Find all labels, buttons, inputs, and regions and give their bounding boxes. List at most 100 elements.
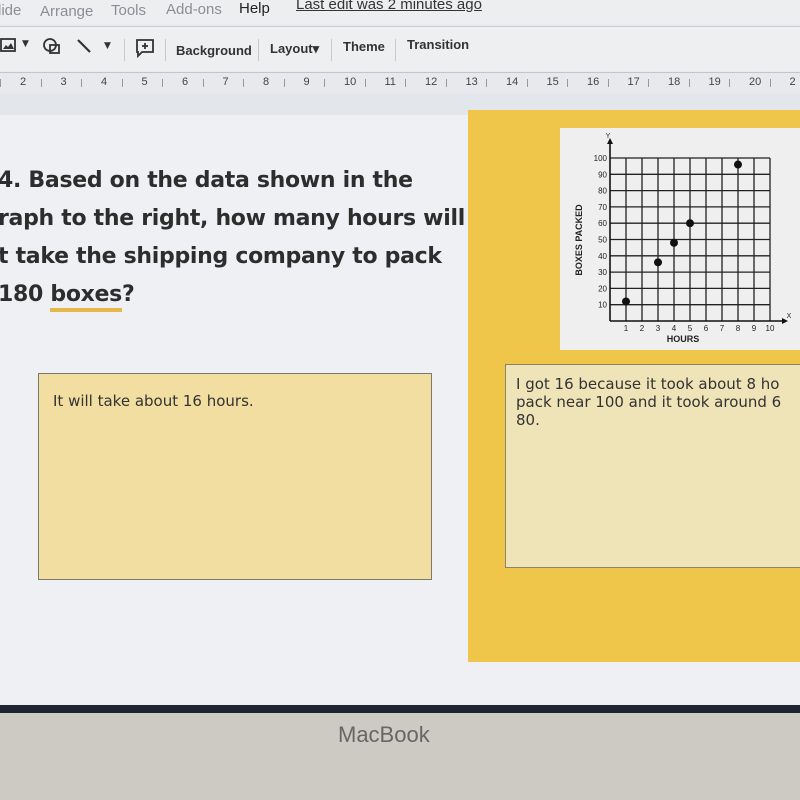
data-point xyxy=(622,297,630,306)
ruler-number: 13 xyxy=(465,76,478,88)
ruler-number: 7 xyxy=(222,76,229,88)
ruler-tick xyxy=(0,79,1,87)
y-tick-label: 50 xyxy=(598,236,607,245)
x-tick-label: 2 xyxy=(640,324,645,333)
ruler-number: 18 xyxy=(668,76,681,88)
question-line: t take the shipping company to pack xyxy=(0,244,442,269)
ruler-number: 3 xyxy=(60,76,67,88)
y-tick-label: 100 xyxy=(594,154,608,163)
layout-button[interactable]: Layout▾ xyxy=(270,41,319,57)
answer-textbox[interactable]: It will take about 16 hours. xyxy=(38,373,432,580)
ruler-number: 15 xyxy=(546,76,559,88)
ruler-tick xyxy=(121,79,123,87)
ruler-tick xyxy=(486,79,487,87)
last-edit-link[interactable]: Last edit was 2 minutes ago xyxy=(296,0,482,13)
menu-arrange[interactable]: Arrange xyxy=(40,3,93,20)
toolbar-divider xyxy=(395,39,396,61)
x-tick-label: 8 xyxy=(736,324,741,333)
horizontal-ruler[interactable]: 2 3 4 5 6 7 8 9 10 11 12 13 14 15 16 17 18 19 20 2 xyxy=(0,72,800,94)
ruler-number: 4 xyxy=(101,76,108,88)
toolbar-divider xyxy=(258,39,259,61)
ruler-number: 2 xyxy=(20,76,27,88)
x-axis-letter: X xyxy=(787,313,792,320)
ruler-tick xyxy=(202,79,204,87)
menu-help[interactable]: Help xyxy=(239,0,270,17)
explanation-textbox[interactable]: I got 16 because it took about 8 ho pack… xyxy=(505,364,800,568)
ruler-number: 16 xyxy=(587,76,600,88)
data-point xyxy=(654,258,662,267)
theme-button[interactable]: Theme xyxy=(343,39,385,54)
ruler-number: 14 xyxy=(506,76,519,88)
ruler-tick xyxy=(769,79,771,87)
y-tick-label: 90 xyxy=(598,170,607,179)
y-tick-label: 60 xyxy=(598,219,607,228)
x-tick-label: 1 xyxy=(624,324,629,333)
x-tick-label: 4 xyxy=(672,324,677,333)
toolbar-divider xyxy=(331,39,332,61)
ruler-number: 2 xyxy=(789,76,796,88)
ruler-tick xyxy=(445,79,447,87)
ruler-tick xyxy=(526,79,528,87)
ruler-number: 9 xyxy=(303,76,310,88)
ruler-number: 6 xyxy=(182,76,189,88)
image-icon[interactable] xyxy=(0,37,16,57)
x-axis-label: HOURS xyxy=(667,334,700,344)
shape-icon[interactable] xyxy=(42,37,62,59)
ruler-tick xyxy=(688,79,690,87)
y-tick-label: 70 xyxy=(598,203,607,212)
ruler-tick xyxy=(364,79,366,87)
graph-card: 1 2 3 4 5 6 7 8 9 10 10 20 30 40 50 60 70 80 90 100 BOXES P… xyxy=(560,128,800,350)
menu-tools[interactable]: Tools xyxy=(111,2,146,19)
ruler-number: 19 xyxy=(708,76,721,88)
ruler-tick xyxy=(607,79,609,87)
ruler-number: 20 xyxy=(749,76,762,88)
x-tick-label: 6 xyxy=(704,324,709,333)
ruler-tick xyxy=(283,79,285,87)
question-text: 4. Based on the data shown in the raph t… xyxy=(0,162,468,314)
y-tick-label: 80 xyxy=(598,187,607,196)
menu-bar: lide Arrange Tools Add-ons Help Last edi… xyxy=(0,0,800,24)
answer-text: It will take about 16 hours. xyxy=(53,392,254,410)
transition-button[interactable]: Transition xyxy=(407,37,469,52)
background-button[interactable]: Background xyxy=(176,43,252,58)
y-tick-label: 40 xyxy=(598,252,607,261)
ruler-number: 12 xyxy=(425,76,438,88)
toolbar-divider xyxy=(165,39,166,61)
highlight-underline xyxy=(50,308,122,312)
line-icon[interactable] xyxy=(75,37,93,59)
x-tick-label: 10 xyxy=(766,324,775,333)
ruler-number: 10 xyxy=(344,76,357,88)
chevron-down-icon: ▾ xyxy=(312,41,320,56)
menu-add-ons[interactable]: Add-ons xyxy=(166,1,222,18)
x-tick-label: 5 xyxy=(688,324,693,333)
ruler-number: 5 xyxy=(141,76,148,88)
data-point xyxy=(670,238,678,247)
y-tick-label: 20 xyxy=(598,284,607,293)
x-tick-label: 7 xyxy=(720,324,725,333)
ruler-tick xyxy=(729,79,730,87)
screen-edge xyxy=(0,705,800,713)
question-line: raph to the right, how many hours will xyxy=(0,206,465,231)
macbook-logo: MacBook xyxy=(338,722,430,747)
y-axis-label: BOXES PACKED xyxy=(574,204,584,276)
ruler-tick xyxy=(567,79,568,87)
ruler-tick xyxy=(405,79,406,87)
ruler-tick xyxy=(81,79,82,87)
layout-label: Layout xyxy=(270,41,313,56)
data-point xyxy=(734,160,742,169)
ruler-number: 17 xyxy=(627,76,640,88)
data-point xyxy=(686,219,694,228)
question-line: 4. Based on the data shown in the xyxy=(0,168,413,193)
ruler-tick xyxy=(243,79,244,87)
image-dropdown-icon[interactable]: ▼ xyxy=(22,39,29,49)
y-tick-label: 10 xyxy=(598,301,607,310)
comment-add-icon[interactable] xyxy=(135,38,155,62)
y-tick-label: 30 xyxy=(598,268,607,277)
y-axis-letter: Y xyxy=(606,133,611,140)
x-tick-label: 9 xyxy=(752,324,757,333)
x-tick-label: 3 xyxy=(656,324,661,333)
line-dropdown-icon[interactable]: ▼ xyxy=(104,41,111,51)
menu-slide[interactable]: lide xyxy=(0,2,21,19)
ruler-tick xyxy=(40,79,42,87)
scatter-chart: 1 2 3 4 5 6 7 8 9 10 10 20 30 40 50 60 70 80 90 100 BOXES P… xyxy=(574,133,792,344)
